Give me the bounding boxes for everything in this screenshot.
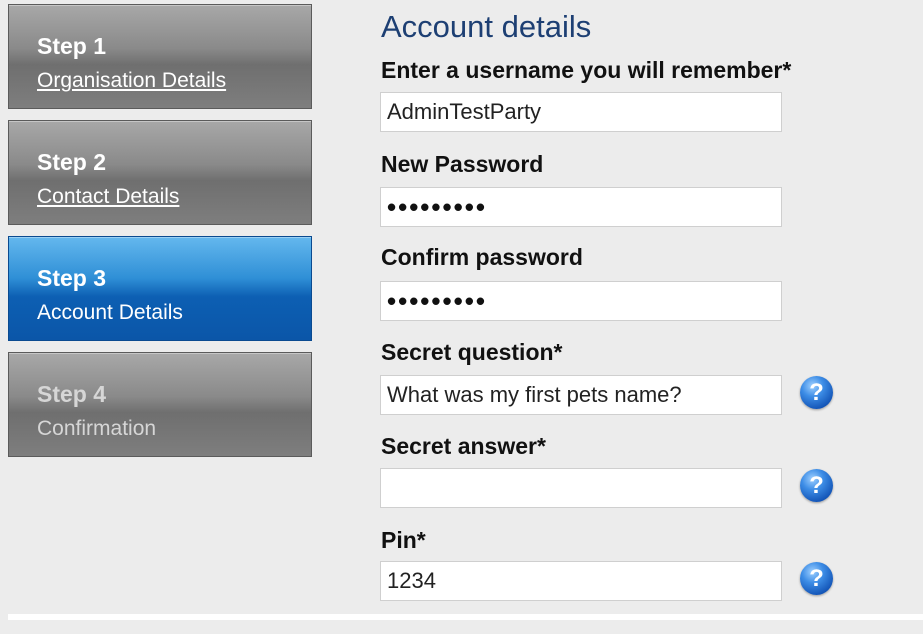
username-input[interactable] [380,92,782,132]
page-title: Account details [381,9,592,44]
new-password-input[interactable] [380,187,782,227]
secret-question-input[interactable] [380,375,782,415]
step-4-title: Step 4 [37,381,107,407]
step-3-subtitle: Account Details [37,301,183,324]
secret-answer-label: Secret answer* [381,433,546,459]
secret-answer-input[interactable] [380,468,782,508]
step-2-contact-details[interactable]: Step 2 Contact Details [8,120,312,225]
username-label: Enter a username you will remember* [381,57,792,83]
step-2-link[interactable]: Contact Details [37,184,179,210]
new-password-label: New Password [381,151,544,177]
step-4-subtitle: Confirmation [37,417,157,440]
step-1-organisation-details[interactable]: Step 1 Organisation Details [8,4,312,109]
step-3-title: Step 3 [37,265,107,291]
pin-input[interactable] [380,561,782,601]
pin-help-icon[interactable]: ? [800,562,833,595]
step-1-title: Step 1 [37,33,107,59]
pin-label: Pin* [381,527,426,553]
footer-divider [8,614,923,620]
secret-answer-help-icon[interactable]: ? [800,469,833,502]
secret-question-help-icon[interactable]: ? [800,376,833,409]
confirm-password-input[interactable] [380,281,782,321]
step-4-confirmation: Step 4 Confirmation [8,352,312,457]
secret-question-label: Secret question* [381,339,563,365]
step-3-account-details: Step 3 Account Details [8,236,312,341]
step-1-link[interactable]: Organisation Details [37,68,226,94]
step-2-title: Step 2 [37,149,107,175]
confirm-password-label: Confirm password [381,244,583,270]
